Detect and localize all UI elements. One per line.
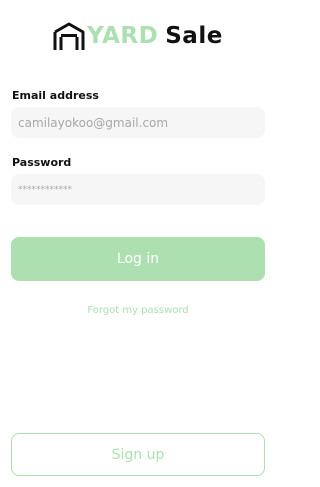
login-button-label: Log in — [116, 251, 160, 267]
password-label: Password — [12, 156, 72, 169]
brand-name-sale: Sale — [165, 23, 223, 49]
forgot-password-link[interactable]: Forgot my password — [0, 305, 276, 316]
signup-button-label: Sign up — [111, 446, 165, 463]
signup-button[interactable]: Sign up — [11, 433, 265, 476]
password-field[interactable]: ************ — [11, 174, 265, 205]
brand-name-yard: YARD — [87, 23, 159, 49]
login-button[interactable]: Log in — [11, 237, 265, 281]
password-value: ************ — [18, 184, 72, 195]
email-field[interactable]: camilayokoo@gmail.com — [11, 107, 265, 138]
garage-icon — [53, 22, 85, 50]
app-logo: YARD Sale — [0, 20, 276, 52]
email-label: Email address — [12, 89, 99, 102]
email-value: camilayokoo@gmail.com — [18, 115, 169, 130]
login-screen: YARD Sale Email address camilayokoo@gmai… — [0, 0, 276, 487]
